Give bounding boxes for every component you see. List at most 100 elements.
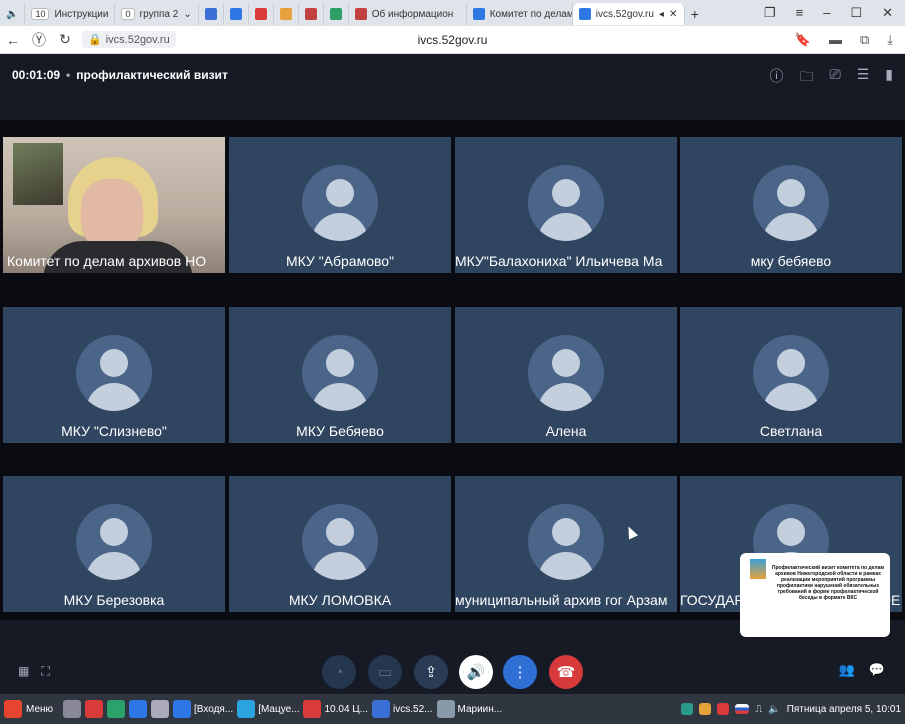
lock-icon: 🔒 bbox=[88, 34, 102, 46]
screen-icon[interactable]: ▬ bbox=[829, 32, 842, 48]
more-button[interactable]: ⋮ bbox=[503, 655, 537, 689]
info-icon[interactable]: ⓘ bbox=[770, 66, 784, 90]
taskbar-item[interactable]: ivcs.52... bbox=[372, 700, 433, 718]
printer-icon bbox=[436, 700, 455, 718]
taskbar-item[interactable]: 10.04 Ц... bbox=[303, 700, 368, 718]
browser-tab-bar: 🔈 10 Инструкции 0 группа 2 ⌄ Об информац… bbox=[0, 0, 905, 26]
tray-icon[interactable] bbox=[717, 703, 730, 715]
more-vertical-icon: ⋮ bbox=[512, 664, 528, 681]
tab-pinned-6[interactable] bbox=[324, 3, 349, 25]
app-icon[interactable] bbox=[129, 700, 148, 718]
hang-up-icon: ☎ bbox=[556, 664, 576, 681]
participant-tile[interactable]: Светлана bbox=[680, 307, 902, 443]
speaker-icon: ◂ bbox=[658, 8, 664, 20]
participant-name: Комитет по делам архивов НО bbox=[7, 253, 207, 269]
grid-layout-icon[interactable]: ▦ bbox=[18, 664, 29, 679]
avatar-icon bbox=[76, 335, 152, 411]
download-icon[interactable]: ⤓ bbox=[887, 32, 893, 48]
tray-icon[interactable] bbox=[699, 703, 712, 715]
app-icon[interactable] bbox=[63, 700, 82, 718]
participant-tile[interactable]: МКУ Бебяево bbox=[229, 307, 451, 443]
tab-pinned-1[interactable] bbox=[199, 3, 224, 25]
yandex-icon[interactable]: Ⓨ bbox=[26, 30, 52, 50]
avatar-icon bbox=[528, 504, 604, 580]
tab-count-badge: 0 bbox=[121, 8, 135, 20]
tab-label: группа 2 bbox=[139, 8, 179, 20]
archive-logo-icon bbox=[750, 559, 766, 579]
tab-committee[interactable]: Комитет по делам bbox=[467, 3, 573, 25]
bookmark-icon[interactable]: 🔖 bbox=[795, 32, 811, 48]
participant-tile[interactable]: мку бебяево bbox=[680, 137, 902, 273]
participant-name: Светлана bbox=[759, 423, 823, 439]
share-icon: ⇪ bbox=[424, 664, 438, 681]
volume-icon[interactable]: 🔈 bbox=[768, 704, 780, 715]
back-icon[interactable]: ← bbox=[0, 32, 26, 48]
tabs-icon[interactable]: ❐ bbox=[764, 5, 776, 21]
tab-pinned-2[interactable] bbox=[224, 3, 249, 25]
start-menu-button[interactable]: Меню bbox=[4, 700, 59, 718]
taskbar-item[interactable]: [Мацуе... bbox=[237, 700, 299, 718]
menu-icon[interactable]: ≡ bbox=[796, 5, 804, 21]
end-call-button[interactable]: ☎ bbox=[549, 655, 583, 689]
participant-tile[interactable]: МКУ Березовка bbox=[3, 476, 225, 612]
wall-picture bbox=[13, 143, 63, 205]
camera-off-icon: ◔ bbox=[334, 663, 344, 681]
participant-tile[interactable]: МКУ "Слизнево" bbox=[3, 307, 225, 443]
participant-tile[interactable]: МКУ ЛОМОВКА bbox=[229, 476, 451, 612]
screen-share-icon[interactable]: ⎚ bbox=[830, 66, 841, 90]
taskbar-item-label: [Входя... bbox=[194, 703, 234, 715]
meeting-title: профилактический визит bbox=[76, 68, 228, 82]
taskbar-item[interactable]: [Входя... bbox=[173, 700, 233, 718]
participant-tile[interactable]: Алена bbox=[455, 307, 677, 443]
language-flag-icon[interactable] bbox=[735, 704, 750, 714]
video-button[interactable]: ▭ bbox=[368, 655, 402, 689]
tab-instructions[interactable]: 10 Инструкции bbox=[25, 3, 116, 25]
url-pill[interactable]: 🔒 ivcs.52gov.ru bbox=[82, 31, 176, 48]
slide-preview[interactable]: Профилактический визит комитета по делам… bbox=[740, 553, 890, 637]
network-icon[interactable]: ⎍ bbox=[755, 704, 762, 715]
tab-pinned-3[interactable] bbox=[249, 3, 274, 25]
new-tab-button[interactable]: + bbox=[685, 3, 705, 25]
favicon bbox=[329, 8, 342, 20]
participant-tile[interactable]: МКУ "Абрамово" bbox=[229, 137, 451, 273]
taskbar-item-label: ivcs.52... bbox=[393, 703, 433, 715]
clock[interactable]: Пятница апреля 5, 10:01 bbox=[787, 704, 901, 715]
extension-icon[interactable]: ⧉ bbox=[860, 32, 869, 48]
favicon bbox=[254, 8, 267, 20]
participant-name: мку бебяево bbox=[750, 253, 832, 269]
app-icon[interactable] bbox=[107, 700, 126, 718]
tray-icon[interactable] bbox=[681, 703, 694, 715]
microphone-button[interactable]: 🔊 bbox=[459, 655, 493, 689]
app-icon[interactable] bbox=[85, 700, 104, 718]
taskbar-item[interactable]: Мариин... bbox=[436, 700, 502, 718]
participant-tile[interactable]: МКУ"Балахониха" Ильичева Ма bbox=[455, 137, 677, 273]
tab-pinned-4[interactable] bbox=[274, 3, 299, 25]
video-off-icon: ▭ bbox=[377, 664, 393, 681]
participant-tile[interactable]: Комитет по делам архивов НО bbox=[3, 137, 225, 273]
taskbar-item-label: [Мацуе... bbox=[258, 703, 300, 715]
tab-pinned-5[interactable] bbox=[299, 3, 324, 25]
close-icon[interactable]: ✕ bbox=[882, 5, 893, 21]
tab-label: Об информацион bbox=[371, 8, 454, 20]
close-icon[interactable]: ✕ bbox=[669, 9, 677, 20]
tab-audio[interactable]: 🔈 bbox=[0, 3, 26, 25]
slide-title: Профилактический визит комитета по делам… bbox=[771, 565, 885, 601]
tab-info[interactable]: Об информацион bbox=[349, 3, 467, 25]
fullscreen-icon[interactable]: ⛶ bbox=[41, 664, 49, 679]
reload-icon[interactable]: ↻ bbox=[52, 31, 78, 48]
app-icon[interactable] bbox=[151, 700, 170, 718]
menu-label: Меню bbox=[26, 703, 54, 715]
share-screen-button[interactable]: ⇪ bbox=[414, 655, 448, 689]
folder-icon[interactable]: 🗀 bbox=[800, 66, 814, 90]
chat-icon[interactable]: ☰ bbox=[857, 66, 870, 90]
camera-button[interactable]: ◔ bbox=[322, 655, 356, 689]
participant-tile[interactable]: муниципальный архив гог Арзам bbox=[455, 476, 677, 612]
stats-icon[interactable]: ▮ bbox=[885, 66, 893, 90]
minimize-icon[interactable]: – bbox=[823, 5, 830, 21]
tab-group2[interactable]: 0 группа 2 ⌄ bbox=[115, 3, 199, 25]
participants-icon[interactable]: 👥 bbox=[839, 662, 855, 678]
chat-icon[interactable]: 💬 bbox=[869, 662, 885, 678]
maximize-icon[interactable]: ☐ bbox=[850, 5, 862, 21]
conference-app: 00:01:09 • профилактический визит ⓘ 🗀 ⎚ ☰ … bbox=[0, 54, 905, 694]
tab-ivcs[interactable]: ivcs.52gov.ru ◂ ✕ bbox=[572, 3, 685, 25]
